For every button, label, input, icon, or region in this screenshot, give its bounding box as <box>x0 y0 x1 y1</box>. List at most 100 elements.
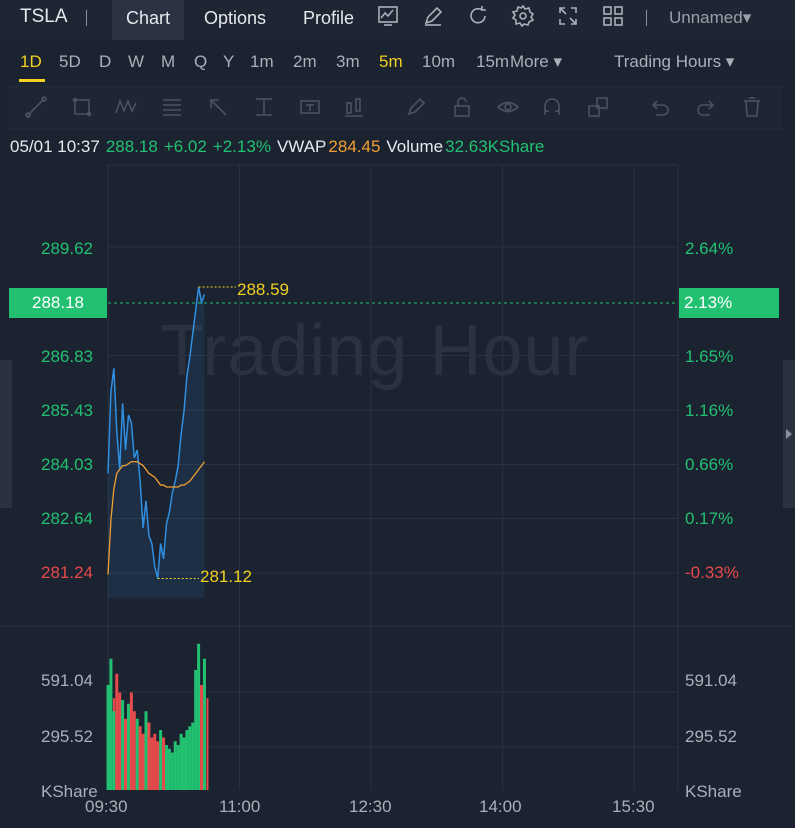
period-1m[interactable]: 1m <box>250 52 274 72</box>
quote-datetime: 05/01 10:37 <box>10 137 100 156</box>
period-1d[interactable]: 1D <box>20 52 42 72</box>
bars-icon[interactable] <box>342 95 366 119</box>
session-low-label: 281.12 <box>200 567 252 586</box>
divider <box>646 10 647 26</box>
period-d[interactable]: D <box>99 52 111 72</box>
volume-bar <box>153 753 156 790</box>
left-tick-label: 281.24 <box>41 563 93 582</box>
symbol-name[interactable]: TSLA <box>20 6 68 28</box>
x-tick-label: 12:30 <box>349 797 392 816</box>
volume-bar <box>180 758 183 790</box>
volume-bar <box>109 658 113 790</box>
arrow-icon[interactable] <box>206 95 230 119</box>
volume-bars <box>106 643 209 790</box>
right-panel-toggle[interactable] <box>783 360 795 508</box>
pencil-icon[interactable] <box>404 95 428 119</box>
tab-options[interactable]: Options <box>190 0 280 40</box>
volume-bar <box>118 692 122 790</box>
top-toolbar: TSLA Chart Options Profile Unnamed▾ <box>0 0 795 40</box>
period-m[interactable]: M <box>161 52 175 72</box>
current-pct-badge: 2.13% <box>679 288 779 318</box>
eye-icon[interactable] <box>496 95 520 119</box>
volume-bar <box>182 737 186 790</box>
volume-bar <box>188 748 191 790</box>
right-tick-label: 1.16% <box>685 401 734 420</box>
quote-info-line: 05/01 10:37 288.18 +6.02 +2.13% VWAP 284.45 Vo… <box>10 137 550 157</box>
more-periods-dropdown[interactable]: More ▾ <box>510 52 562 72</box>
volume-bar <box>110 716 112 790</box>
quote-change-pct: +2.13% <box>212 137 271 156</box>
quote-price: 288.18 <box>105 137 158 156</box>
volume-bar <box>142 745 145 790</box>
volume-bar <box>203 716 206 790</box>
volume-bar <box>206 698 209 790</box>
magnet-icon[interactable] <box>540 95 564 119</box>
redo-icon[interactable] <box>694 95 718 119</box>
trash-icon[interactable] <box>740 95 764 119</box>
tab-chart[interactable]: Chart <box>112 0 185 40</box>
volume-bar <box>115 734 118 790</box>
volume-bar <box>127 740 130 790</box>
shapes-icon[interactable] <box>586 95 610 119</box>
volume-bar <box>183 750 186 790</box>
volume-bar <box>159 755 162 790</box>
left-tick-label: 284.03 <box>41 455 93 474</box>
settings-icon[interactable] <box>511 4 535 28</box>
period-y[interactable]: Y <box>223 52 234 72</box>
period-3m[interactable]: 3m <box>336 52 360 72</box>
period-q[interactable]: Q <box>194 52 207 72</box>
period-10m[interactable]: 10m <box>422 52 455 72</box>
volume-bar <box>194 742 197 790</box>
measure-icon[interactable] <box>252 95 276 119</box>
trading-hours-dropdown[interactable]: Trading Hours ▾ <box>614 52 734 72</box>
text-icon[interactable] <box>298 95 322 119</box>
volume-bar <box>150 742 153 790</box>
volume-bar <box>115 673 119 790</box>
undo-icon[interactable] <box>648 95 672 119</box>
volume-bar <box>112 698 115 790</box>
period-w[interactable]: W <box>128 52 144 72</box>
tab-profile[interactable]: Profile <box>289 0 368 40</box>
volume-bar <box>200 687 203 790</box>
volume-bar <box>121 700 125 790</box>
rectangle-icon[interactable] <box>70 95 94 119</box>
left-tick-label: 285.43 <box>41 401 93 420</box>
right-tick-label: 1.65% <box>685 347 734 366</box>
left-tick-label: 286.83 <box>41 347 93 366</box>
period-5d[interactable]: 5D <box>59 52 81 72</box>
x-tick-label: 11:00 <box>219 797 261 816</box>
vwap-line <box>107 461 205 575</box>
period-2m[interactable]: 2m <box>293 52 317 72</box>
layout-name-dropdown[interactable]: Unnamed▾ <box>669 8 751 28</box>
right-tick-label: 0.66% <box>685 455 734 474</box>
period-15m[interactable]: 15m <box>476 52 510 72</box>
volume-bar <box>150 737 154 790</box>
left-panel-toggle[interactable] <box>0 360 12 508</box>
trend-line-icon[interactable] <box>24 95 48 119</box>
layout-icon[interactable] <box>601 4 625 28</box>
volume-bar <box>167 748 171 790</box>
vwap-label: VWAP <box>276 137 327 156</box>
volume-bar <box>200 685 204 790</box>
volume-label: Volume <box>386 137 444 156</box>
volume-tick-label: 591.04 <box>41 671 93 690</box>
session-watermark: Trading Hour <box>160 311 590 391</box>
volume-tick-label: 295.52 <box>41 727 93 746</box>
drawing-toolbar <box>8 86 782 130</box>
volume-bar <box>171 761 174 790</box>
pattern-icon[interactable] <box>114 95 138 119</box>
fib-icon[interactable] <box>160 95 184 119</box>
draw-icon[interactable] <box>421 4 445 28</box>
volume-unit-label: KShare <box>685 782 742 801</box>
volume-bar <box>194 670 198 790</box>
indicator-icon[interactable] <box>376 4 400 28</box>
volume-bar <box>139 740 142 790</box>
lock-icon[interactable] <box>450 95 474 119</box>
period-5m[interactable]: 5m <box>379 52 403 72</box>
volume-bar <box>156 750 159 790</box>
volume-bar <box>162 737 166 790</box>
refresh-icon[interactable] <box>466 4 490 28</box>
fullscreen-icon[interactable] <box>556 4 580 28</box>
volume-bar <box>191 722 195 790</box>
right-tick-label: -0.33% <box>685 563 739 582</box>
